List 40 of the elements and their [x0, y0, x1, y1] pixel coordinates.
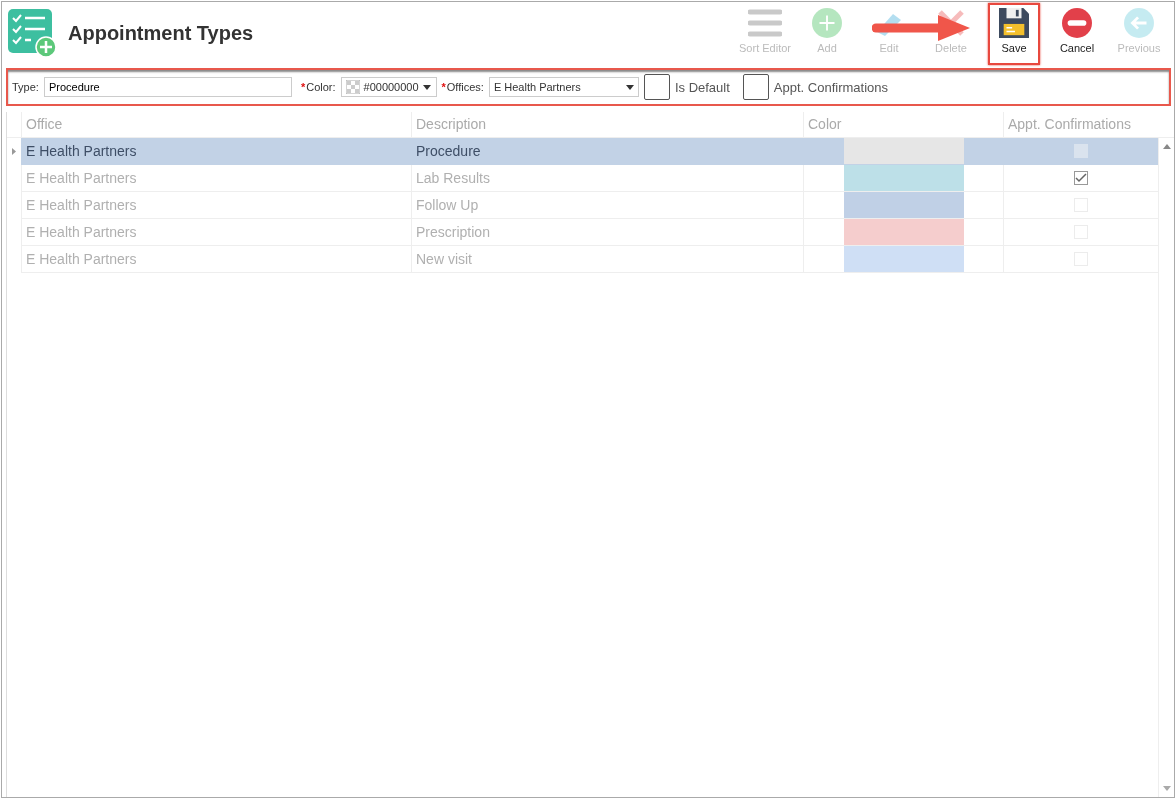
table-cell: E Health Partners: [21, 165, 411, 192]
cancel-button[interactable]: Cancel: [1046, 3, 1108, 65]
type-field[interactable]: Procedure: [43, 77, 292, 97]
row-indicator-icon: [12, 148, 16, 155]
color-dropdown[interactable]: #00000000: [340, 77, 437, 97]
save-button[interactable]: Save: [988, 3, 1040, 65]
checkbox-label: Appt. Confirmations: [773, 79, 888, 95]
required-mark: *: [441, 81, 446, 93]
column-header[interactable]: Color: [803, 112, 1003, 137]
column-header[interactable]: Office: [21, 112, 411, 137]
checkbox[interactable]: [643, 74, 670, 100]
table-cell: Follow Up: [411, 192, 803, 219]
field-label: Color:: [306, 81, 336, 93]
table-cell: Procedure: [411, 138, 803, 165]
checklist-add-icon: [8, 9, 56, 57]
window-title: Appointment Types: [68, 21, 255, 45]
field-label: Type:: [12, 81, 39, 93]
field-label: Offices:: [446, 81, 484, 93]
caret-icon: [422, 84, 431, 90]
table-cell: E Health Partners: [21, 219, 411, 246]
column-header[interactable]: Appt. Confirmations: [1003, 112, 1158, 137]
menu-icon: [748, 8, 782, 38]
down-arrow-icon: [1162, 786, 1171, 791]
required-mark: *: [300, 81, 306, 93]
offices-dropdown[interactable]: E Health Partners: [488, 77, 639, 97]
table-cell: E Health Partners: [21, 192, 411, 219]
table-cell: E Health Partners: [21, 138, 411, 165]
minus-circle-icon: [1061, 8, 1093, 38]
scrollbar[interactable]: [1158, 138, 1174, 797]
table-cell: Prescription: [411, 219, 803, 246]
table-cell: Lab Results: [411, 165, 803, 192]
column-header[interactable]: Description: [411, 112, 803, 137]
up-arrow-icon: [1162, 144, 1171, 149]
checker-icon: [345, 80, 360, 94]
checkbox-label: Is Default: [674, 79, 730, 95]
table-cell: New visit: [411, 246, 803, 273]
checkbox[interactable]: [742, 74, 769, 100]
table-cell: E Health Partners: [21, 246, 411, 273]
plus-icon: [811, 8, 843, 38]
caret-icon: [625, 84, 634, 90]
